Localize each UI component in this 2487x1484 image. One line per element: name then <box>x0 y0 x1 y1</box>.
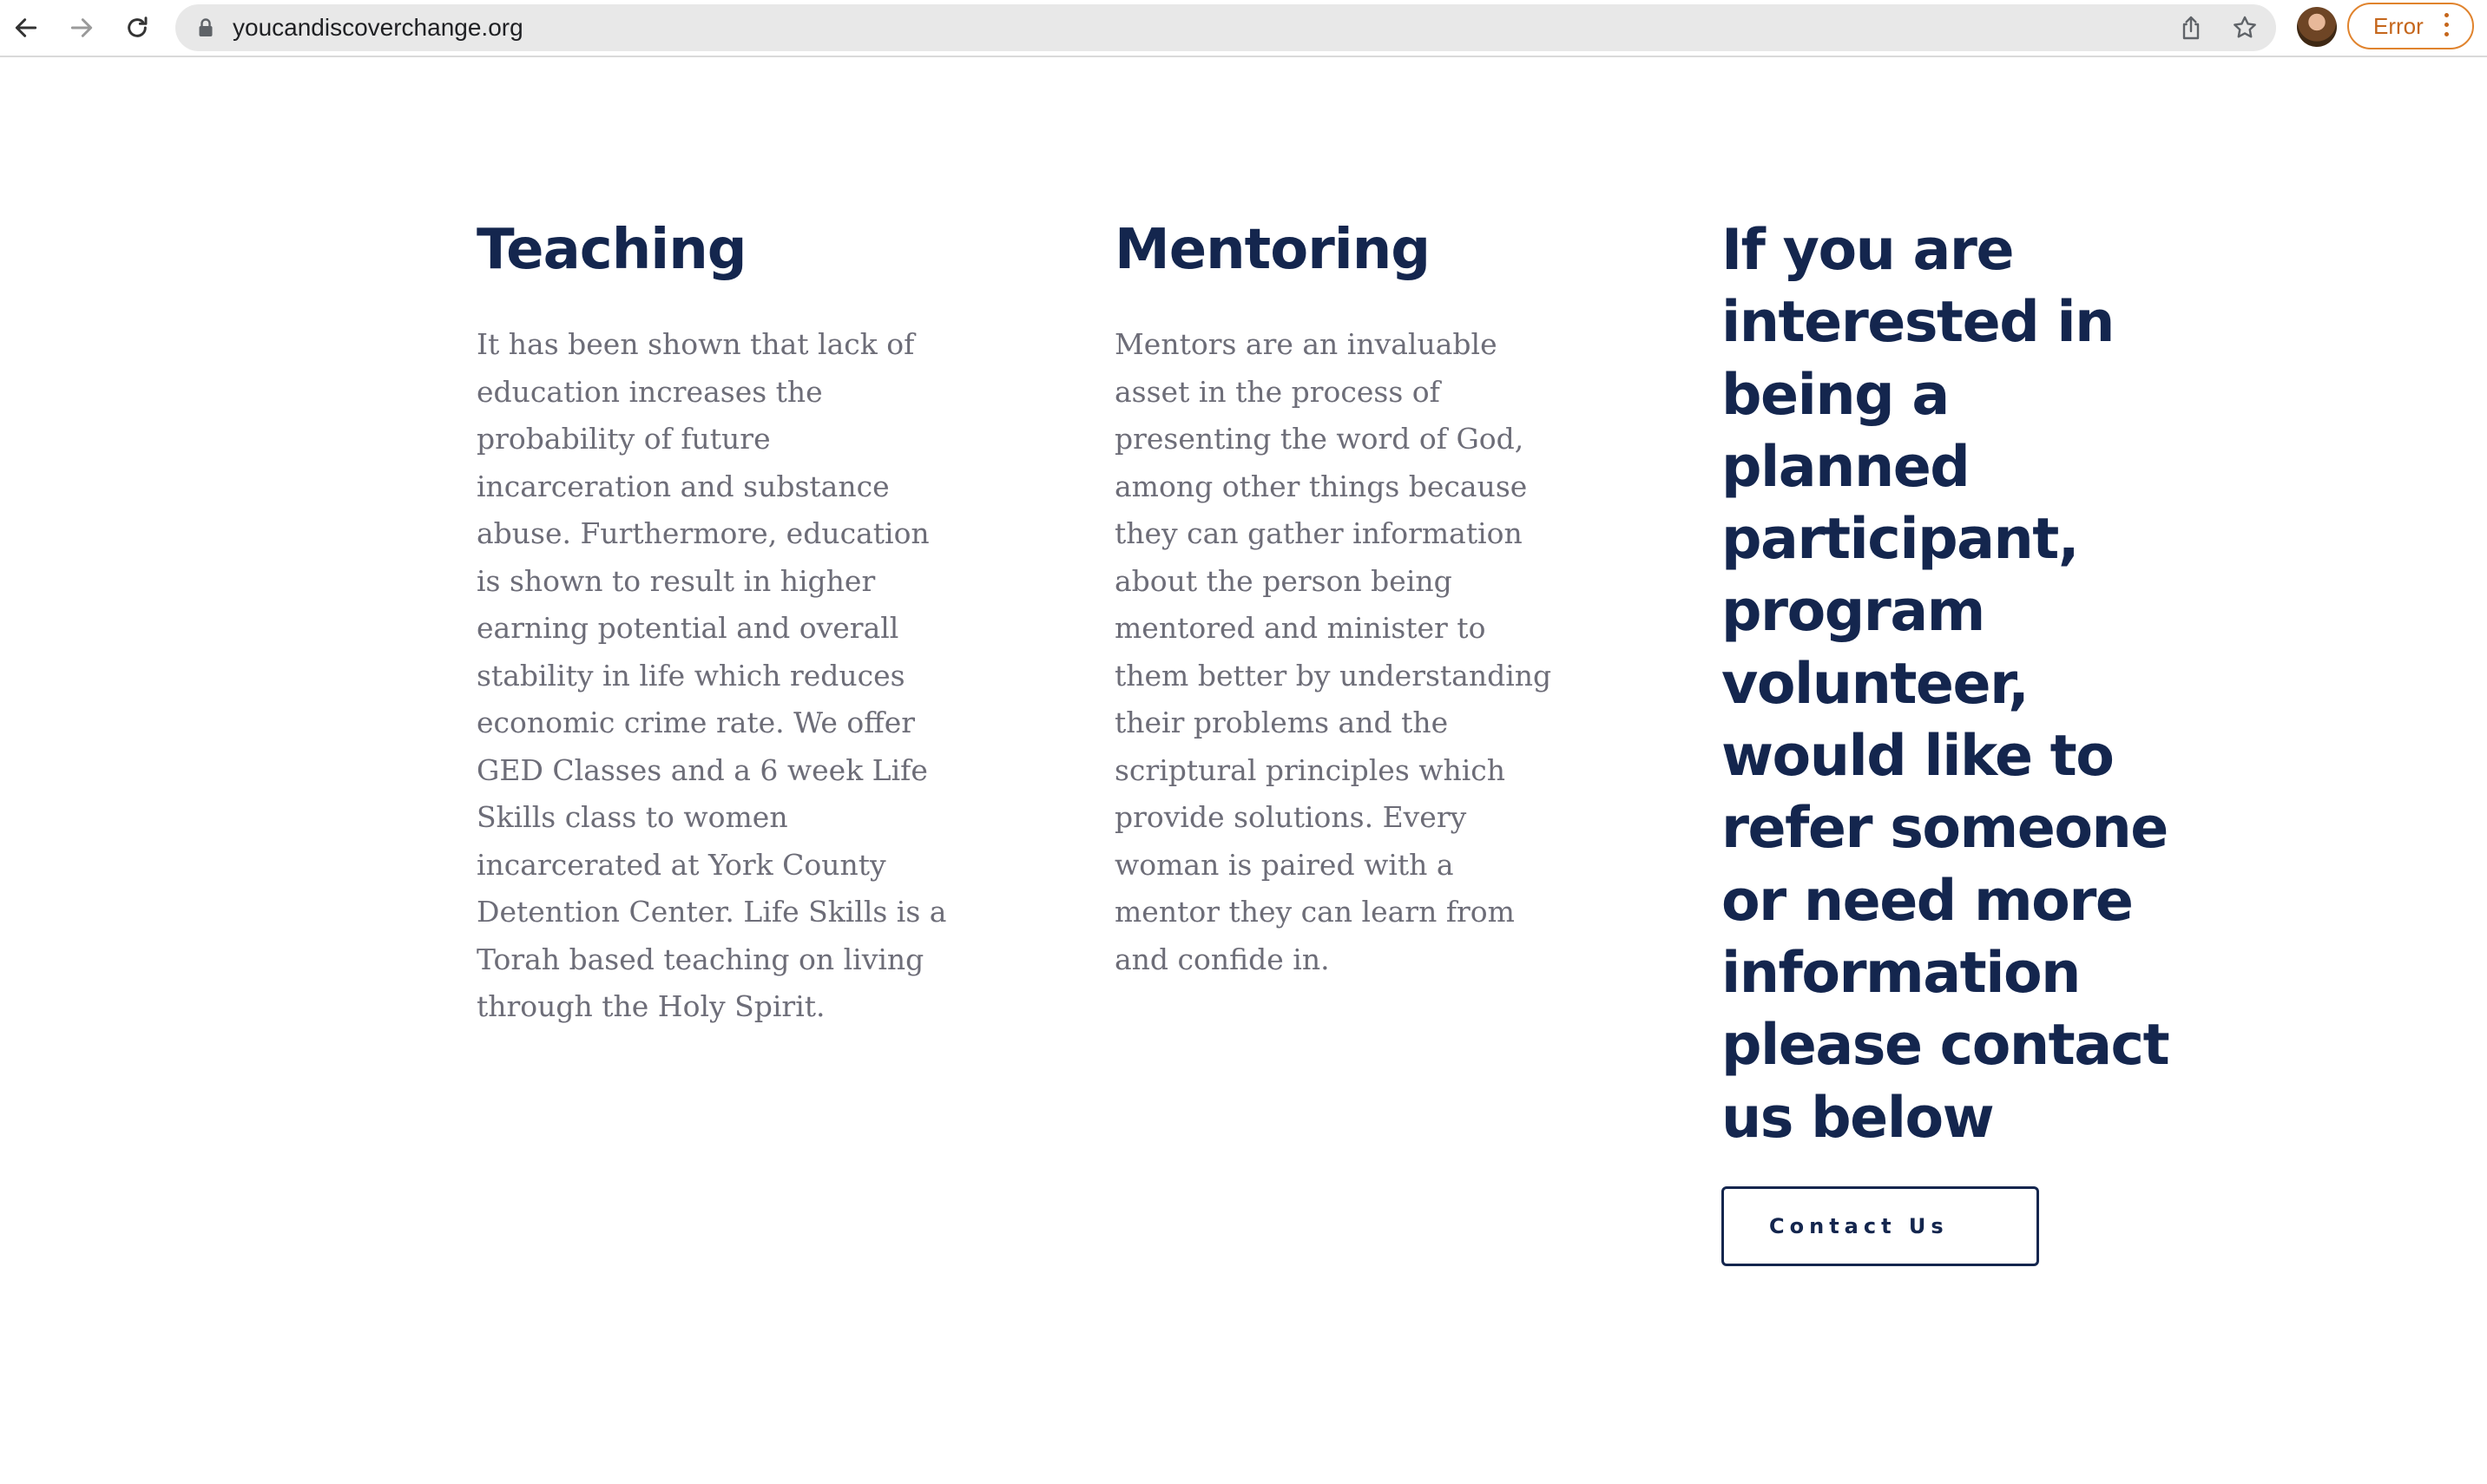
teaching-body-text: It has been shown that lack of education… <box>477 327 947 1023</box>
forward-button[interactable] <box>61 7 102 49</box>
reload-icon <box>128 16 148 37</box>
lock-icon[interactable] <box>198 17 214 38</box>
address-bar[interactable]: youcandiscoverchange.org <box>175 4 2276 51</box>
url-text[interactable]: youcandiscoverchange.org <box>233 4 523 51</box>
back-button[interactable] <box>5 7 47 49</box>
reload-button[interactable] <box>116 7 158 49</box>
error-status-button[interactable]: Error <box>2347 3 2474 49</box>
mentoring-heading: Mentoring <box>1115 218 1431 282</box>
browser-toolbar: youcandiscoverchange.org Error <box>0 0 2487 57</box>
bookmark-star-icon[interactable] <box>2231 14 2259 42</box>
profile-avatar[interactable] <box>2297 7 2337 47</box>
mentoring-body-text: Mentors are an invaluable asset in the p… <box>1115 327 1552 976</box>
contact-us-button[interactable]: Contact Us <box>1721 1186 2039 1266</box>
back-arrow-icon <box>15 18 37 37</box>
contact-cta-heading: If you are interested in being a planned… <box>1721 218 2170 1151</box>
forward-arrow-icon <box>70 18 93 37</box>
error-status-label: Error <box>2373 13 2424 39</box>
kebab-menu-icon <box>2443 13 2451 42</box>
teaching-heading: Teaching <box>477 218 747 282</box>
share-icon[interactable] <box>2177 14 2205 42</box>
